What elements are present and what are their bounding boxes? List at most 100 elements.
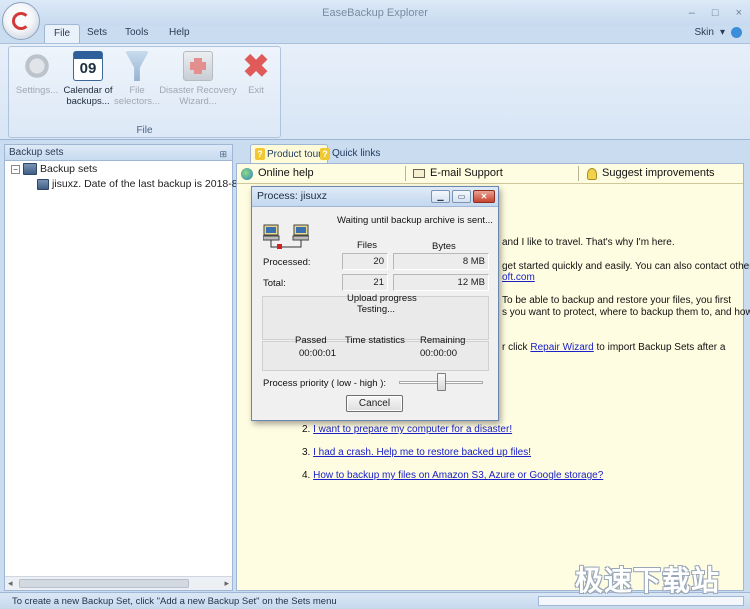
- settings-button[interactable]: Settings...: [15, 51, 59, 96]
- chevron-down-icon: ▾: [719, 27, 725, 38]
- process-dialog: Process: jisuxz ▁ ▭ ✕ Waiting until back…: [251, 186, 499, 421]
- scroll-right-icon[interactable]: ▸: [224, 578, 229, 589]
- restore-files-link[interactable]: I had a crash. Help me to restore backed…: [313, 447, 531, 458]
- forum-link[interactable]: oft.com: [502, 272, 535, 283]
- question-icon: ?: [255, 148, 265, 160]
- processed-label: Processed:: [263, 257, 311, 268]
- file-selectors-label-line2: selectors...: [114, 96, 160, 107]
- skin-menu[interactable]: Skin ▾: [695, 27, 742, 38]
- tab-file[interactable]: File: [44, 24, 81, 44]
- dialog-body: Waiting until backup archive is sent... …: [252, 207, 498, 420]
- prepare-disaster-link[interactable]: I want to prepare my computer for a disa…: [313, 424, 512, 435]
- mail-icon: [413, 169, 425, 178]
- upload-status-text: Testing...: [357, 304, 396, 315]
- gear-icon: [22, 51, 52, 81]
- disaster-recovery-wizard-button[interactable]: Disaster Recovery Wizard...: [159, 51, 237, 107]
- scrollbar-thumb[interactable]: [19, 579, 189, 588]
- list-item-number: 3.: [302, 447, 311, 458]
- backup-sets-panel: Backup sets ⊞ − Backup sets jisuxz. Date…: [4, 144, 238, 591]
- tour-text-line: To be able to backup and restore your fi…: [502, 295, 732, 306]
- window-controls: – □ ×: [689, 7, 742, 19]
- repair-wizard-link[interactable]: Repair Wizard: [530, 342, 593, 353]
- window-title: EaseBackup Explorer: [322, 7, 428, 19]
- status-text: To create a new Backup Set, click "Add a…: [12, 596, 337, 607]
- dialog-close-button[interactable]: ✕: [473, 190, 495, 203]
- processed-files-value: 20: [342, 253, 388, 270]
- tree-item-jisuxz[interactable]: jisuxz. Date of the last backup is 2018-…: [37, 178, 238, 190]
- backup-sets-header: Backup sets ⊞: [5, 145, 232, 161]
- application-menu-button[interactable]: [2, 2, 40, 40]
- network-transfer-icon: [263, 224, 309, 249]
- ribbon-group-file: Settings... 09 Calendar of backups... Fi…: [8, 46, 281, 138]
- title-bar: EaseBackup Explorer – □ ×: [0, 0, 750, 26]
- time-statistics-label: Time statistics: [345, 335, 405, 346]
- disaster-recovery-label-line1: Disaster Recovery: [159, 85, 237, 96]
- email-support-label: E-mail Support: [430, 167, 503, 179]
- total-label: Total:: [263, 278, 286, 289]
- help-icon[interactable]: [731, 27, 742, 38]
- dialog-minimize-button[interactable]: ▁: [431, 190, 450, 203]
- dialog-maximize-button[interactable]: ▭: [452, 190, 471, 203]
- backup-set-icon: [37, 178, 49, 190]
- tree-root[interactable]: − Backup sets: [11, 163, 97, 175]
- process-priority-label: Process priority ( low - high ):: [263, 378, 387, 389]
- calendar-of-backups-button[interactable]: 09 Calendar of backups...: [61, 51, 115, 107]
- cloud-storage-link[interactable]: How to backup my files on Amazon S3, Azu…: [313, 470, 603, 481]
- backup-sets-header-title: Backup sets: [9, 147, 64, 158]
- file-selectors-label-line1: File: [129, 85, 145, 96]
- passed-value: 00:00:01: [299, 348, 336, 359]
- info-tabs: ? Product tour ? Quick links: [236, 144, 744, 164]
- tree-item-label: jisuxz. Date of the last backup is 2018-…: [52, 178, 238, 190]
- scroll-left-icon[interactable]: ◂: [8, 578, 13, 589]
- suggest-improvements-link[interactable]: Suggest improvements: [587, 164, 715, 183]
- lightbulb-icon: [587, 167, 597, 180]
- tree-root-label: Backup sets: [40, 163, 98, 175]
- list-item: 4. How to backup my files on Amazon S3, …: [302, 470, 603, 481]
- divider: [405, 166, 406, 181]
- processed-bytes-value: 8 MB: [393, 253, 489, 270]
- pin-icon[interactable]: ⊞: [219, 147, 227, 162]
- total-files-value: 21: [342, 274, 388, 291]
- tab-quick-links-label: Quick links: [332, 148, 381, 159]
- priority-slider-thumb[interactable]: [436, 373, 446, 391]
- horizontal-scrollbar[interactable]: ◂ ▸: [5, 576, 232, 590]
- question-icon: ?: [320, 147, 330, 160]
- list-item-number: 4.: [302, 470, 311, 481]
- close-button[interactable]: ×: [736, 7, 742, 19]
- tab-tools[interactable]: Tools: [116, 24, 157, 44]
- remaining-label: Remaining: [420, 335, 466, 346]
- maximize-button[interactable]: □: [712, 7, 719, 19]
- tour-text-fragment: to import Backup Sets after a: [596, 342, 726, 353]
- app-logo-icon: [12, 12, 30, 30]
- dialog-title: Process: jisuxz: [257, 190, 328, 202]
- ribbon-group-label: File: [136, 125, 153, 136]
- tab-sets[interactable]: Sets: [78, 24, 116, 44]
- ribbon-panel: Settings... 09 Calendar of backups... Fi…: [0, 43, 750, 140]
- divider: [578, 166, 579, 181]
- file-selectors-button[interactable]: File selectors...: [113, 51, 161, 107]
- globe-icon: [241, 167, 253, 180]
- minimize-button[interactable]: –: [689, 7, 695, 19]
- passed-label: Passed: [295, 335, 327, 346]
- skin-label: Skin: [694, 27, 714, 38]
- settings-label: Settings...: [15, 85, 59, 96]
- online-help-link[interactable]: Online help: [241, 164, 314, 183]
- calendar-icon: 09: [73, 51, 103, 81]
- dialog-title-bar: Process: jisuxz ▁ ▭ ✕: [252, 187, 498, 207]
- computer-icon: [23, 163, 37, 175]
- exit-x-icon: ✖: [242, 48, 270, 84]
- exit-button[interactable]: ✖ Exit: [235, 48, 277, 96]
- ribbon-tabs: File Sets Tools Help: [0, 24, 750, 44]
- files-column-header: Files: [357, 240, 378, 251]
- tour-text-line: get started quickly and easily. You can …: [502, 261, 750, 272]
- email-support-link[interactable]: E-mail Support: [413, 164, 503, 183]
- tab-quick-links[interactable]: ? Quick links: [316, 144, 386, 163]
- collapse-icon[interactable]: −: [11, 164, 20, 174]
- tour-text-fragment: r click: [502, 342, 528, 353]
- tour-text-line: and I like to travel. That's why I'm her…: [502, 237, 675, 248]
- bytes-column-header: Bytes: [432, 241, 456, 252]
- online-help-label: Online help: [258, 167, 314, 179]
- tab-help[interactable]: Help: [160, 24, 199, 44]
- watermark: 极速下载站: [575, 564, 721, 597]
- cancel-button[interactable]: Cancel: [346, 395, 403, 412]
